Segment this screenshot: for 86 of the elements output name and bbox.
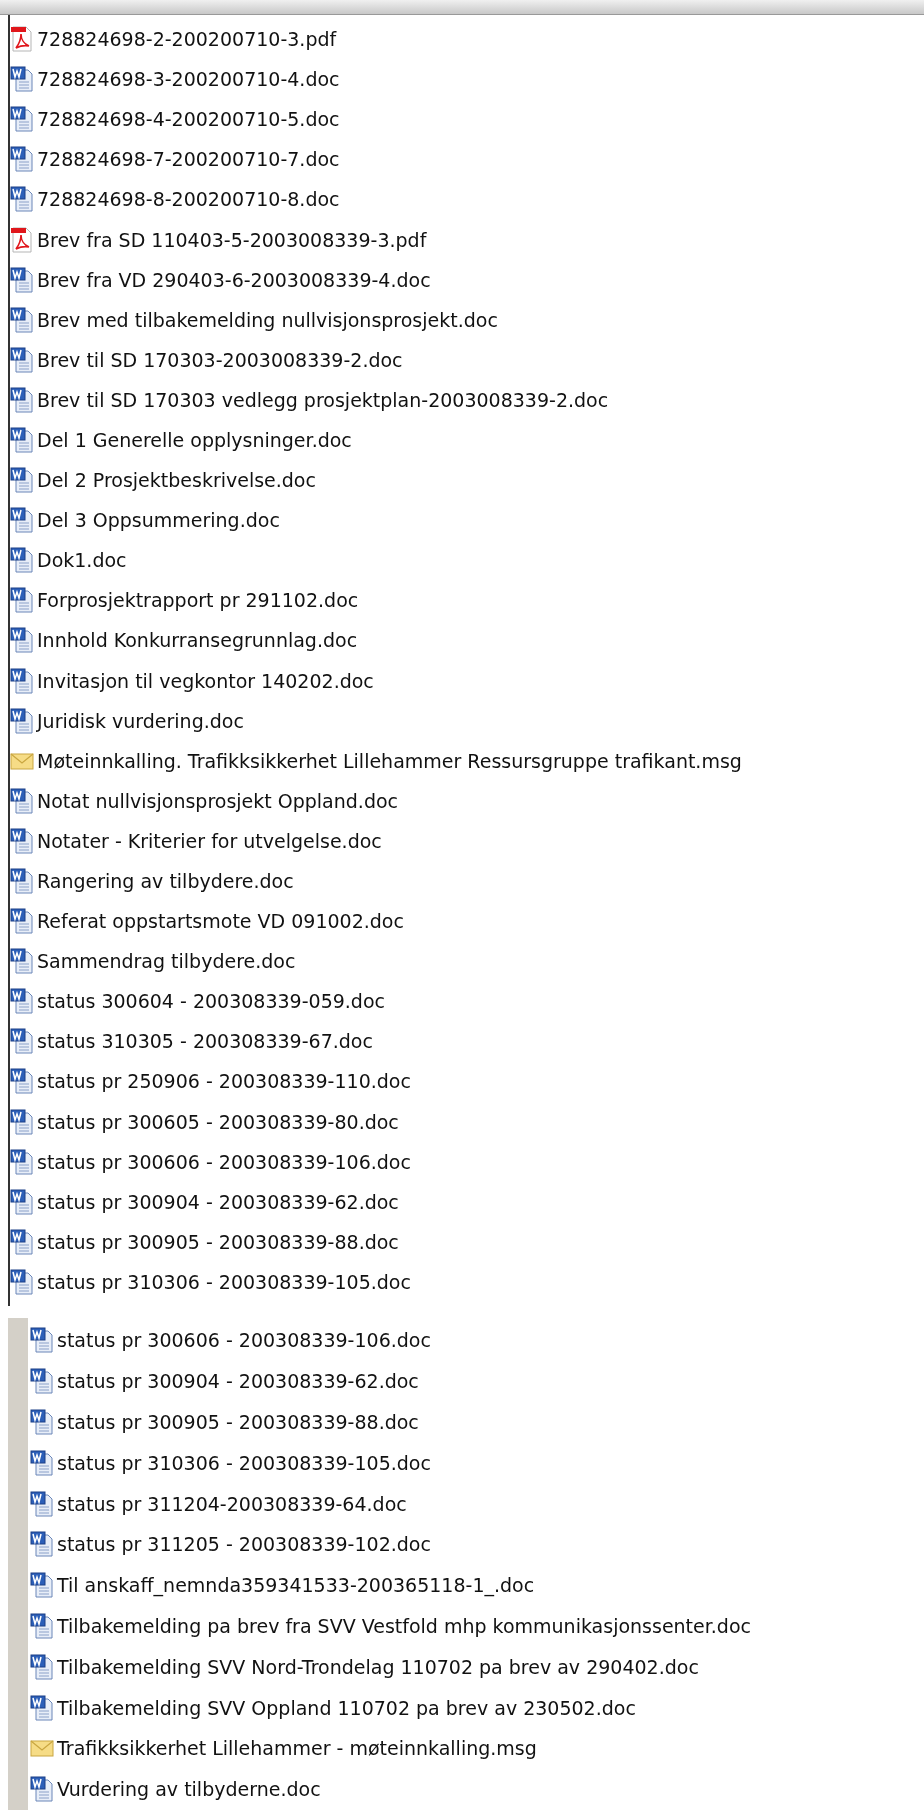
file-name[interactable]: 728824698-2-200200710-3.pdf	[37, 28, 337, 51]
file-name[interactable]: Forprosjektrapport pr 291102.doc	[37, 589, 359, 612]
word-document-icon	[10, 868, 34, 894]
file-name[interactable]: Brev fra SD 110403-5-2003008339-3.pdf	[37, 228, 427, 251]
word-document-icon	[10, 186, 34, 213]
word-document-icon	[30, 1776, 54, 1803]
pdf-file-icon	[10, 26, 34, 53]
file-name[interactable]: Notat nullvisjonsprosjekt Oppland.doc	[37, 789, 399, 812]
file-name[interactable]: Del 3 Oppsummering.doc	[37, 509, 280, 532]
word-document-icon	[10, 146, 34, 173]
file-name[interactable]: 728824698-7-200200710-7.doc	[37, 148, 340, 171]
file-name[interactable]: Dok1.doc	[37, 549, 127, 572]
file-name[interactable]: Brev til SD 170303 vedlegg prosjektplan-2003008339-2.doc	[37, 388, 609, 411]
file-name[interactable]: status 310305 - 200308339-67.doc	[37, 1030, 373, 1053]
file-name[interactable]: Brev med tilbakemelding nullvisjonsprosjekt.doc	[37, 308, 498, 331]
file-name[interactable]: status pr 300905 - 200308339-88.doc	[37, 1230, 399, 1253]
word-document-icon	[10, 1268, 34, 1295]
file-name[interactable]: 728824698-4-200200710-5.doc	[37, 108, 340, 131]
file-name[interactable]: status pr 250906 - 200308339-110.doc	[37, 1070, 411, 1093]
word-document-icon	[10, 427, 34, 453]
word-document-icon	[30, 1327, 54, 1354]
word-document-icon	[30, 1409, 54, 1435]
file-name[interactable]: Referat oppstartsmote VD 091002.doc	[37, 910, 404, 933]
file-name[interactable]: status pr 300606 - 200308339-106.doc	[37, 1150, 411, 1173]
word-document-icon	[10, 547, 34, 574]
word-document-icon	[10, 1028, 34, 1055]
file-name[interactable]: Del 2 Prosjektbeskrivelse.doc	[37, 469, 316, 492]
file-name[interactable]: Rangering av tilbydere.doc	[37, 870, 294, 892]
word-document-icon	[10, 988, 34, 1015]
file-name[interactable]: status pr 300905 - 200308339-88.doc	[57, 1411, 419, 1433]
word-document-icon	[10, 667, 34, 694]
file-name[interactable]: status pr 300904 - 200308339-62.doc	[37, 1190, 399, 1213]
word-document-icon	[10, 306, 34, 333]
word-document-icon	[10, 386, 34, 413]
file-name[interactable]: Møteinnkalling. Trafikksikkerhet Lillehammer Ressursgruppe trafikant.msg	[37, 749, 742, 772]
word-document-icon	[30, 1490, 54, 1517]
file-name[interactable]: status 300604 - 200308339-059.doc	[37, 990, 385, 1013]
word-document-icon	[10, 787, 34, 814]
word-document-icon	[10, 948, 34, 975]
file-name[interactable]: status pr 300606 - 200308339-106.doc	[57, 1329, 431, 1352]
file-name[interactable]: status pr 311204-200308339-64.doc	[57, 1492, 407, 1515]
file-name[interactable]: Invitasjon til vegkontor 140202.doc	[37, 669, 374, 692]
word-document-icon	[10, 587, 34, 614]
word-document-icon	[10, 1068, 34, 1095]
word-document-icon	[30, 1531, 54, 1558]
word-document-icon	[10, 346, 34, 373]
file-name[interactable]: 728824698-8-200200710-8.doc	[37, 188, 340, 211]
file-name[interactable]: Tilbakemelding SVV Oppland 110702 pa brev av 230502.doc	[57, 1696, 636, 1719]
word-document-icon	[10, 908, 34, 935]
word-document-icon	[10, 627, 34, 654]
file-name[interactable]: Trafikksikkerhet Lillehammer - møteinnkalling.msg	[57, 1737, 537, 1760]
word-document-icon	[10, 1148, 34, 1175]
file-name[interactable]: status pr 310306 - 200308339-105.doc	[57, 1451, 431, 1474]
word-document-icon	[10, 507, 34, 534]
file-name[interactable]: Del 1 Generelle opplysninger.doc	[37, 429, 352, 451]
word-document-icon	[10, 467, 34, 494]
word-document-icon	[10, 707, 34, 734]
word-document-icon	[30, 1449, 54, 1476]
word-document-icon	[10, 1188, 34, 1215]
word-document-icon	[10, 1228, 34, 1255]
file-name[interactable]: Brev til SD 170303-2003008339-2.doc	[37, 348, 403, 371]
word-document-icon	[30, 1653, 54, 1680]
word-document-icon	[10, 66, 34, 93]
file-name[interactable]: status pr 300904 - 200308339-62.doc	[57, 1370, 419, 1393]
pdf-file-icon	[10, 226, 34, 253]
file-name[interactable]: Vurdering av tilbyderne.doc	[57, 1778, 321, 1801]
file-name[interactable]: status pr 311205 - 200308339-102.doc	[57, 1533, 431, 1556]
file-name[interactable]: Til anskaff_nemnda359341533-200365118-1_.doc	[57, 1574, 535, 1597]
file-name[interactable]: Innhold Konkurransegrunnlag.doc	[37, 629, 358, 652]
word-document-icon	[30, 1612, 54, 1639]
word-document-icon	[10, 827, 34, 854]
word-document-icon	[30, 1572, 54, 1599]
word-document-icon	[30, 1694, 54, 1721]
file-name[interactable]: Tilbakemelding SVV Nord-Trondelag 110702 pa brev av 290402.doc	[57, 1655, 699, 1678]
file-name[interactable]: Brev fra VD 290403-6-2003008339-4.doc	[37, 268, 431, 291]
file-name[interactable]: status pr 300605 - 200308339-80.doc	[37, 1110, 399, 1133]
word-document-icon	[30, 1368, 54, 1395]
word-document-icon	[10, 266, 34, 293]
file-name[interactable]: status pr 310306 - 200308339-105.doc	[37, 1270, 411, 1293]
word-document-icon	[10, 106, 34, 133]
file-name[interactable]: Sammendrag tilbydere.doc	[37, 950, 296, 973]
file-name[interactable]: Notater - Kriterier for utvelgelse.doc	[37, 829, 382, 852]
file-name[interactable]: Juridisk vurdering.doc	[37, 709, 244, 732]
file-name[interactable]: 728824698-3-200200710-4.doc	[37, 68, 340, 91]
word-document-icon	[10, 1108, 34, 1135]
file-name[interactable]: Tilbakemelding pa brev fra SVV Vestfold mhp kommunikasjonssenter.doc	[57, 1614, 751, 1637]
